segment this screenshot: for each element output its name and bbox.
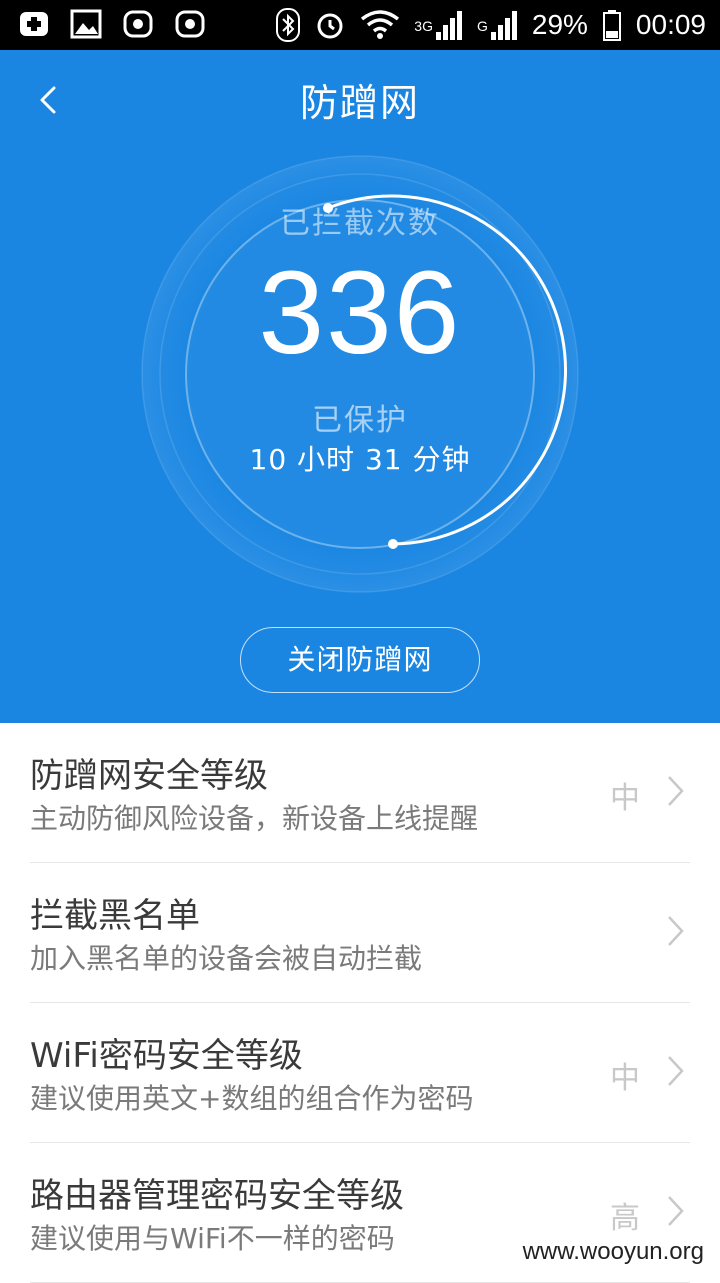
battery-percent: 29% — [532, 9, 588, 41]
list-item-security-level[interactable]: 防蹭网安全等级 主动防御风险设备，新设备上线提醒 中 — [30, 723, 690, 863]
add-notification-icon — [18, 8, 50, 40]
blocked-count-label: 已拦截次数 — [0, 198, 720, 242]
list-item-title: WiFi密码安全等级 — [30, 1028, 303, 1077]
system-status: 3G G 29% 00:09 — [276, 0, 706, 50]
blocked-count: 336 — [0, 245, 720, 381]
app-notification-icon — [122, 8, 154, 40]
wifi-icon — [360, 9, 400, 41]
signal-g: G — [477, 10, 518, 40]
list-item-blacklist[interactable]: 拦截黑名单 加入黑名单的设备会被自动拦截 — [30, 863, 690, 1003]
list-item-level: 中 — [610, 773, 640, 817]
chevron-right-icon — [666, 1193, 686, 1229]
signal-bars-icon — [435, 10, 463, 40]
signal-3g: 3G — [414, 10, 463, 40]
clock: 00:09 — [636, 9, 706, 41]
chevron-right-icon — [666, 913, 686, 949]
list-item-subtitle: 建议使用英文+数组的组合作为密码 — [30, 1077, 473, 1117]
battery-icon — [602, 9, 622, 41]
header-panel: 防蹭网 已拦截次数 336 已保护 10 小时 31 分钟 关闭防蹭网 — [0, 50, 720, 723]
chevron-right-icon — [666, 773, 686, 809]
list-item-level: 中 — [610, 1053, 640, 1097]
chevron-right-icon — [666, 1053, 686, 1089]
alarm-icon — [314, 9, 346, 41]
list-item-title: 防蹭网安全等级 — [30, 748, 268, 797]
status-bar: 3G G 29% 00:09 — [0, 0, 720, 50]
signal-bars-icon-2 — [490, 10, 518, 40]
page-title: 防蹭网 — [0, 72, 720, 127]
dial-arc-end-dot — [388, 539, 398, 549]
notification-icons — [18, 8, 206, 40]
list-item-wifi-password-level[interactable]: WiFi密码安全等级 建议使用英文+数组的组合作为密码 中 — [30, 1003, 690, 1143]
settings-list: 防蹭网安全等级 主动防御风险设备，新设备上线提醒 中 拦截黑名单 加入黑名单的设… — [0, 723, 720, 1283]
app-notification-icon-2 — [174, 8, 206, 40]
list-item-title: 拦截黑名单 — [30, 888, 200, 937]
watermark: www.wooyun.org — [519, 1236, 708, 1268]
list-item-title: 路由器管理密码安全等级 — [30, 1168, 404, 1217]
list-item-subtitle: 建议使用与WiFi不一样的密码 — [30, 1217, 395, 1257]
list-item-subtitle: 主动防御风险设备，新设备上线提醒 — [30, 797, 478, 837]
protected-duration: 10 小时 31 分钟 — [0, 438, 720, 478]
bluetooth-icon — [276, 8, 300, 42]
list-item-subtitle: 加入黑名单的设备会被自动拦截 — [30, 937, 422, 977]
disable-protection-button[interactable]: 关闭防蹭网 — [240, 627, 480, 693]
gallery-icon — [70, 8, 102, 40]
protected-label: 已保护 — [0, 395, 720, 439]
list-item-level: 高 — [610, 1193, 640, 1237]
